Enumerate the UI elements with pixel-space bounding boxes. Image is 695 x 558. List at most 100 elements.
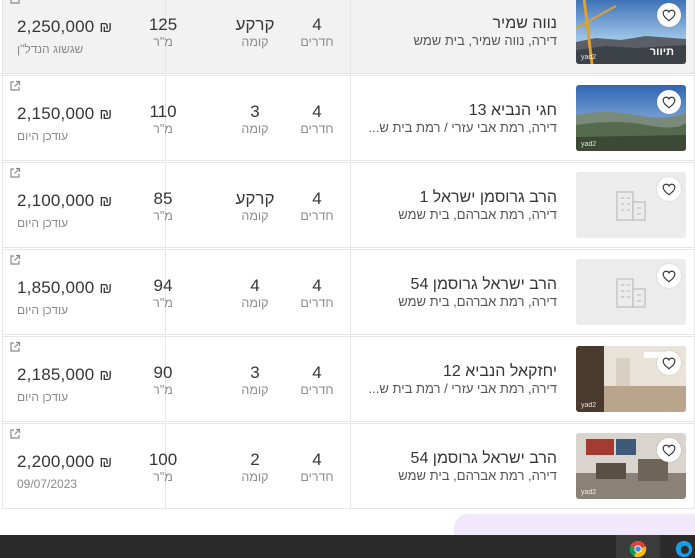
floor-label: קומה — [241, 122, 269, 136]
listing-price: 2,185,000 ₪ — [17, 365, 112, 385]
photo-watermark: yad2 — [581, 54, 597, 61]
favorite-button[interactable] — [657, 177, 681, 201]
listing-address[interactable]: נווה שמיר דירה, נווה שמיר, בית שמש — [357, 14, 557, 49]
edge-icon[interactable] — [673, 540, 695, 558]
listing-thumbnail[interactable] — [576, 172, 686, 238]
listing-price: 1,850,000 ₪ — [17, 278, 112, 298]
price-value: 2,185,000 — [17, 365, 95, 384]
floor-value: קרקע — [235, 189, 275, 208]
listing-address[interactable]: חגי הנביא 13 דירה, רמת אבי עזרי / רמת בי… — [357, 101, 557, 136]
listing-title: יחזקאל הנביא 12 — [442, 363, 557, 380]
external-link-icon[interactable] — [9, 0, 21, 5]
favorite-button[interactable] — [657, 438, 681, 462]
stat-area: 125 מ"ר — [133, 15, 193, 49]
stat-area: 110 מ"ר — [133, 102, 193, 136]
heart-icon — [662, 96, 676, 109]
heart-icon — [662, 444, 676, 457]
listing-title: הרב ישראל גרוסמן 54 — [410, 450, 557, 467]
listing-title: הרב גרוסמן ישראל 1 — [419, 189, 557, 206]
listing-row[interactable]: 1,850,000 ₪ עודכן היום 94 מ"ר 4 קומה 4 ח… — [2, 249, 695, 335]
listing-subtitle: דירה, רמת אברהם, בית שמש — [398, 207, 557, 222]
rooms-value: 4 — [312, 363, 322, 382]
rooms-value: 4 — [312, 102, 322, 121]
listing-thumbnail[interactable]: תיוור yad2 — [576, 0, 686, 64]
area-value: 110 — [149, 102, 177, 121]
listing-row[interactable]: 2,150,000 ₪ עודכן היום 110 מ"ר 3 קומה 4 … — [2, 75, 695, 161]
area-label: מ"ר — [153, 35, 173, 49]
currency-symbol: ₪ — [99, 193, 113, 210]
stat-rooms: 4 חדרים — [287, 450, 347, 484]
area-value: 94 — [153, 276, 173, 295]
listing-title: הרב ישראל גרוסמן 54 — [410, 276, 557, 293]
listing-thumbnail[interactable]: yad2 — [576, 85, 686, 151]
tour-badge: תיוור — [649, 46, 674, 58]
chrome-icon[interactable] — [627, 540, 649, 558]
rooms-label: חדרים — [300, 122, 334, 136]
external-link-icon[interactable] — [9, 341, 21, 353]
floor-label: קומה — [241, 383, 269, 397]
floor-value: 3 — [250, 363, 260, 382]
listing-status: 09/07/2023 — [17, 477, 78, 491]
currency-symbol: ₪ — [99, 454, 113, 471]
column-divider — [350, 250, 351, 334]
area-value: 85 — [153, 189, 173, 208]
favorite-button[interactable] — [657, 351, 681, 375]
photo-watermark: yad2 — [581, 489, 597, 496]
column-divider — [350, 337, 351, 421]
listing-subtitle: דירה, רמת אברהם, בית שמש — [398, 468, 557, 483]
photo-watermark: yad2 — [581, 402, 597, 409]
listing-thumbnail[interactable] — [576, 259, 686, 325]
listing-thumbnail[interactable]: yad2 — [576, 346, 686, 412]
listing-row[interactable]: 2,200,000 ₪ 09/07/2023 100 מ"ר 2 קומה 4 … — [2, 423, 695, 509]
listing-title: נווה שמיר — [492, 15, 558, 32]
floor-label: קומה — [241, 296, 269, 310]
area-label: מ"ר — [153, 470, 173, 484]
listing-subtitle: דירה, רמת אבי עזרי / רמת בית ש... — [368, 120, 557, 135]
column-divider — [350, 424, 351, 508]
rooms-value: 4 — [312, 15, 322, 34]
currency-symbol: ₪ — [99, 106, 113, 123]
stat-area: 90 מ"ר — [133, 363, 193, 397]
currency-symbol: ₪ — [99, 19, 113, 36]
rooms-label: חדרים — [300, 296, 334, 310]
listing-row[interactable]: 2,100,000 ₪ עודכן היום 85 מ"ר קרקע קומה … — [2, 162, 695, 248]
listing-status: עודכן היום — [17, 303, 69, 317]
currency-symbol: ₪ — [99, 367, 113, 384]
listing-status: עודכן היום — [17, 129, 69, 143]
external-link-icon[interactable] — [9, 167, 21, 179]
stat-floor: קרקע קומה — [225, 15, 285, 49]
stat-floor: קרקע קומה — [225, 189, 285, 223]
heart-icon — [662, 183, 676, 196]
listing-price: 2,200,000 ₪ — [17, 452, 112, 472]
favorite-button[interactable] — [657, 3, 681, 27]
listing-price: 2,250,000 ₪ — [17, 17, 112, 37]
area-value: 100 — [148, 450, 178, 469]
listing-address[interactable]: הרב ישראל גרוסמן 54 דירה, רמת אברהם, בית… — [357, 275, 557, 310]
listing-address[interactable]: יחזקאל הנביא 12 דירה, רמת אבי עזרי / רמת… — [357, 362, 557, 397]
column-divider — [350, 163, 351, 247]
price-value: 2,100,000 — [17, 191, 95, 210]
listing-row[interactable]: 2,250,000 ₪ שגשוג הנדל"ן 125 מ"ר קרקע קו… — [2, 0, 695, 74]
listing-address[interactable]: הרב גרוסמן ישראל 1 דירה, רמת אברהם, בית … — [357, 188, 557, 223]
listing-thumbnail[interactable]: yad2 — [576, 433, 686, 499]
heart-icon — [662, 9, 676, 22]
external-link-icon[interactable] — [9, 254, 21, 266]
favorite-button[interactable] — [657, 90, 681, 114]
area-value: 90 — [153, 363, 173, 382]
favorite-button[interactable] — [657, 264, 681, 288]
listing-address[interactable]: הרב ישראל גרוסמן 54 דירה, רמת אברהם, בית… — [357, 449, 557, 484]
stat-area: 85 מ"ר — [133, 189, 193, 223]
listing-price: 2,150,000 ₪ — [17, 104, 112, 124]
photo-watermark: yad2 — [581, 141, 597, 148]
external-link-icon[interactable] — [9, 80, 21, 92]
area-label: מ"ר — [153, 122, 173, 136]
column-divider — [350, 76, 351, 160]
rooms-value: 4 — [312, 189, 322, 208]
external-link-icon[interactable] — [9, 428, 21, 440]
listing-subtitle: דירה, רמת אברהם, בית שמש — [398, 294, 557, 309]
heart-icon — [662, 357, 676, 370]
listing-row[interactable]: 2,185,000 ₪ עודכן היום 90 מ"ר 3 קומה 4 ח… — [2, 336, 695, 422]
price-value: 2,200,000 — [17, 452, 95, 471]
os-taskbar — [0, 535, 695, 558]
stat-area: 100 מ"ר — [133, 450, 193, 484]
